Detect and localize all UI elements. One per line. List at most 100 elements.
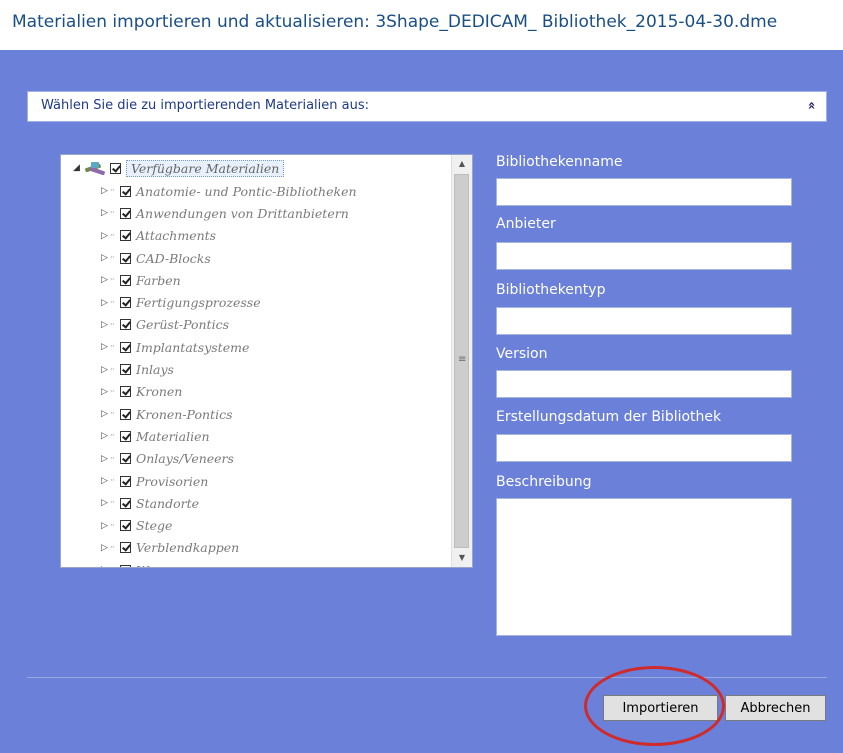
collapsed-triangle-icon[interactable]: ▷ (101, 498, 110, 508)
collapsed-triangle-icon[interactable]: ▷ (101, 208, 110, 218)
tree-item-label: Implantatsysteme (136, 339, 250, 355)
tree-item[interactable]: ▷ ·· CAD-Blocks (101, 247, 357, 269)
tree-item-label: Inlays (136, 362, 174, 378)
collapsed-triangle-icon[interactable]: ▷ (101, 476, 110, 486)
materials-tree[interactable]: ◢ Verfügbare Materialien ▷ ·· Anatomie- un… (60, 154, 473, 568)
checkbox-item[interactable] (120, 453, 131, 465)
tree-connector: ·· (110, 542, 115, 553)
collapsed-triangle-icon[interactable]: ▷ (101, 387, 110, 397)
library-type-label: Bibliothekentyp (496, 282, 606, 298)
collapsed-triangle-icon[interactable]: ▷ (101, 431, 110, 441)
checkbox-item[interactable] (120, 430, 131, 442)
library-name-field[interactable] (496, 178, 792, 206)
collapsed-triangle-icon[interactable]: ▷ (101, 543, 110, 553)
collapsed-triangle-icon[interactable]: ▷ (101, 231, 110, 241)
window-title: Materialien importieren und aktualisiere… (12, 12, 778, 32)
tree-connector: ·· (110, 476, 115, 486)
tree-item[interactable]: ▷ ·· Materialien (101, 425, 357, 447)
tree-item[interactable]: ▷ ·· Onlays/Veneers (101, 448, 357, 470)
tree-item-label: Wax-ups (136, 563, 189, 567)
tree-connector: ·· (110, 253, 115, 264)
collapsed-triangle-icon[interactable]: ▷ (101, 342, 110, 352)
scroll-up-arrow-icon[interactable]: ▲ (452, 155, 472, 173)
collapsed-triangle-icon[interactable]: ▷ (101, 320, 110, 330)
checkbox-item[interactable] (120, 297, 131, 309)
scrollbar-grip-icon: ≡ (458, 354, 467, 365)
collapsed-triangle-icon[interactable]: ▷ (101, 521, 110, 531)
tree-item[interactable]: ▷ ·· Verblendkappen (101, 537, 357, 559)
scroll-down-arrow-icon[interactable]: ▼ (452, 549, 472, 567)
section-header[interactable]: Wählen Sie die zu importierenden Materia… (27, 91, 827, 122)
creation-date-field[interactable] (496, 434, 792, 462)
collapsed-triangle-icon[interactable]: ▷ (101, 298, 110, 308)
checkbox-item[interactable] (120, 185, 131, 197)
window-titlebar: Materialien importieren und aktualisiere… (0, 0, 843, 50)
checkbox-item[interactable] (120, 207, 131, 219)
collapsed-triangle-icon[interactable]: ▷ (101, 365, 110, 375)
tree-item[interactable]: ▷ ·· Attachments (101, 225, 357, 247)
tree-item-label: Fertigungsprozesse (136, 295, 261, 311)
cancel-button[interactable]: Abbrechen (725, 695, 826, 721)
checkbox-item[interactable] (120, 341, 131, 353)
checkbox-item[interactable] (120, 542, 131, 554)
collapsed-triangle-icon[interactable]: ▷ (101, 275, 110, 285)
provider-label: Anbieter (496, 216, 556, 232)
checkbox-item[interactable] (120, 386, 131, 398)
tree-connector: ·· (110, 409, 115, 420)
checkbox-item[interactable] (120, 252, 131, 264)
collapsed-triangle-icon[interactable]: ▷ (101, 454, 110, 464)
expanded-triangle-icon[interactable]: ◢ (73, 163, 83, 173)
tree-item[interactable]: ▷ ·· Implantatsysteme (101, 336, 357, 358)
checkbox-root[interactable] (110, 162, 121, 174)
tree-scrollbar[interactable]: ▲ ≡ ▼ (451, 155, 472, 567)
import-button[interactable]: Importieren (603, 695, 718, 721)
tree-root[interactable]: ◢ Verfügbare Materialien (73, 158, 285, 178)
tree-item[interactable]: ▷ ·· Kronen-Pontics (101, 403, 357, 425)
scrollbar-thumb[interactable]: ≡ (454, 174, 469, 548)
tree-item-label: Materialien (136, 428, 210, 444)
tree-item[interactable]: ▷ ·· Standorte (101, 492, 357, 514)
tree-connector: ·· (110, 453, 115, 464)
checkbox-item[interactable] (120, 497, 131, 509)
checkbox-item[interactable] (120, 319, 131, 331)
tree-item[interactable]: ▷ ·· Anatomie- und Pontic-Bibliotheken (101, 180, 357, 202)
collapsed-triangle-icon[interactable]: ▷ (101, 186, 110, 196)
collapsed-triangle-icon[interactable]: ▷ (101, 565, 110, 567)
tree-item-label: Verblendkappen (136, 540, 240, 556)
tree-item[interactable]: ▷ ·· Anwendungen von Drittanbietern (101, 202, 357, 224)
tree-item-label: CAD-Blocks (136, 250, 211, 266)
tree-item[interactable]: ▷·· Wax-ups (101, 559, 357, 567)
checkbox-item[interactable] (120, 364, 131, 376)
collapsed-triangle-icon[interactable]: ▷ (101, 253, 110, 263)
checkbox-item[interactable] (120, 564, 131, 567)
tree-connector: ·· (110, 230, 115, 241)
creation-date-label: Erstellungsdatum der Bibliothek (496, 409, 722, 425)
tree-connector: ·· (110, 208, 115, 219)
checkbox-item[interactable] (120, 230, 131, 242)
tree-item[interactable]: ▷ ·· Stege (101, 514, 357, 536)
description-field[interactable] (496, 498, 792, 636)
tree-item[interactable]: ▷ ·· Inlays (101, 358, 357, 380)
tree-item[interactable]: ▷ ·· Fertigungsprozesse (101, 291, 357, 313)
materials-stack-icon (84, 160, 107, 177)
description-label: Beschreibung (496, 474, 592, 490)
tree-item[interactable]: ▷ ·· Kronen (101, 381, 357, 403)
provider-field[interactable] (496, 242, 792, 270)
tree-connector: ·· (110, 431, 115, 442)
tree-item[interactable]: ▷ ·· Farben (101, 269, 357, 291)
library-type-field[interactable] (496, 307, 792, 335)
tree-connector: ·· (110, 297, 115, 308)
checkbox-item[interactable] (120, 520, 131, 532)
tree-connector: ·· (110, 565, 120, 567)
collapsed-triangle-icon[interactable]: ▷ (101, 409, 110, 419)
tree-item-label: Farben (136, 272, 181, 288)
checkbox-item[interactable] (120, 408, 131, 420)
version-field[interactable] (496, 370, 792, 398)
tree-root-label: Verfügbare Materialien (126, 159, 285, 177)
tree-item[interactable]: ▷ ·· Provisorien (101, 470, 357, 492)
checkbox-item[interactable] (120, 475, 131, 487)
double-chevron-up-icon[interactable]: » (804, 101, 819, 109)
tree-item[interactable]: ▷ ·· Gerüst-Pontics (101, 314, 357, 336)
checkbox-item[interactable] (120, 274, 131, 286)
tree-item-label: Stege (136, 518, 173, 534)
